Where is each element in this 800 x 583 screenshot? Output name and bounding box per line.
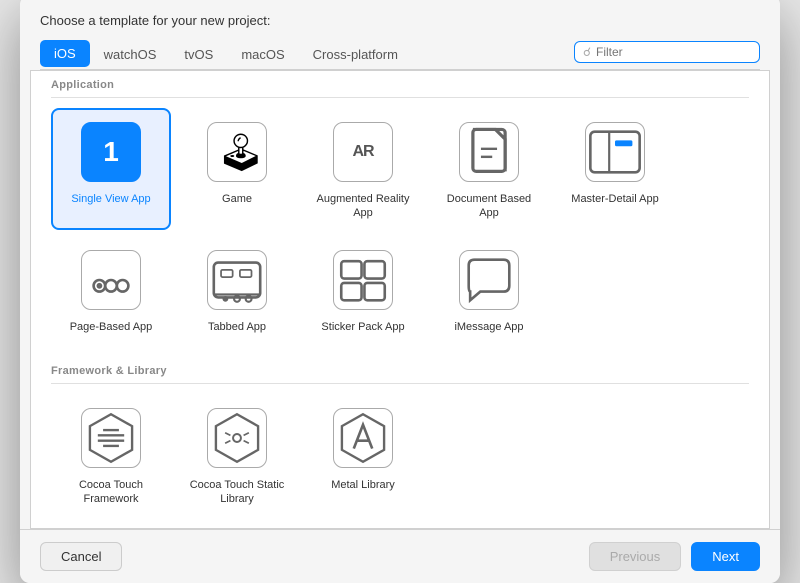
dialog-body: Application 1 Single View App 🕹 — [30, 70, 770, 529]
filter-box: ☌ — [574, 41, 760, 63]
template-name-page-based: Page-Based App — [70, 320, 153, 334]
tab-macos[interactable]: macOS — [227, 41, 298, 68]
template-icon-game: 🕹 — [205, 120, 269, 184]
template-name-ar: Augmented Reality App — [313, 192, 413, 221]
template-icon-sticker — [331, 248, 395, 312]
template-game[interactable]: 🕹 Game — [177, 108, 297, 231]
svg-text:🕹: 🕹 — [217, 131, 264, 173]
template-single-view[interactable]: 1 Single View App — [51, 108, 171, 231]
section-framework: Framework & Library — [51, 357, 749, 384]
new-project-dialog: Choose a template for your new project: … — [20, 0, 780, 583]
template-name-metal: Metal Library — [331, 478, 395, 492]
template-name-game: Game — [222, 192, 252, 206]
section-application: Application — [51, 71, 749, 98]
next-button[interactable]: Next — [691, 542, 760, 571]
template-ar[interactable]: AR Augmented Reality App — [303, 108, 423, 231]
tab-ios[interactable]: iOS — [40, 40, 90, 67]
template-icon-imessage — [457, 248, 521, 312]
template-name-master-detail: Master-Detail App — [571, 192, 658, 206]
template-imessage[interactable]: iMessage App — [429, 236, 549, 344]
template-name-sticker: Sticker Pack App — [321, 320, 404, 334]
previous-button[interactable]: Previous — [589, 542, 682, 571]
template-document[interactable]: Document Based App — [429, 108, 549, 231]
template-icon-master-detail — [583, 120, 647, 184]
template-sticker[interactable]: Sticker Pack App — [303, 236, 423, 344]
template-tabbed[interactable]: Tabbed App — [177, 236, 297, 344]
template-name-cocoa-framework: Cocoa Touch Framework — [61, 478, 161, 507]
framework-grid: Cocoa Touch Framework — [51, 394, 749, 529]
template-name-imessage: iMessage App — [454, 320, 523, 334]
template-cocoa-framework[interactable]: Cocoa Touch Framework — [51, 394, 171, 517]
template-icon-single-view: 1 — [79, 120, 143, 184]
template-metal[interactable]: Metal Library — [303, 394, 423, 517]
template-icon-cocoa-static — [205, 406, 269, 470]
template-icon-tabbed — [205, 248, 269, 312]
tab-crossplatform[interactable]: Cross-platform — [299, 41, 412, 68]
tab-watchos[interactable]: watchOS — [90, 41, 171, 68]
template-name-single-view: Single View App — [71, 192, 150, 206]
template-name-tabbed: Tabbed App — [208, 320, 266, 334]
tabs-row: iOS watchOS tvOS macOS Cross-platform ☌ — [40, 40, 760, 70]
template-name-document: Document Based App — [439, 192, 539, 221]
template-cocoa-static[interactable]: Cocoa Touch Static Library — [177, 394, 297, 517]
dialog-header: Choose a template for your new project: … — [20, 0, 780, 70]
footer-left: Cancel — [40, 542, 122, 571]
template-master-detail[interactable]: Master-Detail App — [555, 108, 675, 231]
template-icon-ar: AR — [331, 120, 395, 184]
template-name-cocoa-static: Cocoa Touch Static Library — [187, 478, 287, 507]
dialog-footer: Cancel Previous Next — [20, 529, 780, 583]
filter-input[interactable] — [596, 45, 751, 59]
tab-tvos[interactable]: tvOS — [170, 41, 227, 68]
dialog-title: Choose a template for your new project: — [40, 13, 760, 28]
cancel-button[interactable]: Cancel — [40, 542, 122, 571]
template-icon-cocoa-framework — [79, 406, 143, 470]
template-page-based[interactable]: Page-Based App — [51, 236, 171, 344]
template-icon-document — [457, 120, 521, 184]
template-icon-page-based — [79, 248, 143, 312]
template-icon-metal — [331, 406, 395, 470]
filter-icon: ☌ — [583, 45, 591, 59]
application-grid: 1 Single View App 🕹 Game — [51, 108, 749, 357]
